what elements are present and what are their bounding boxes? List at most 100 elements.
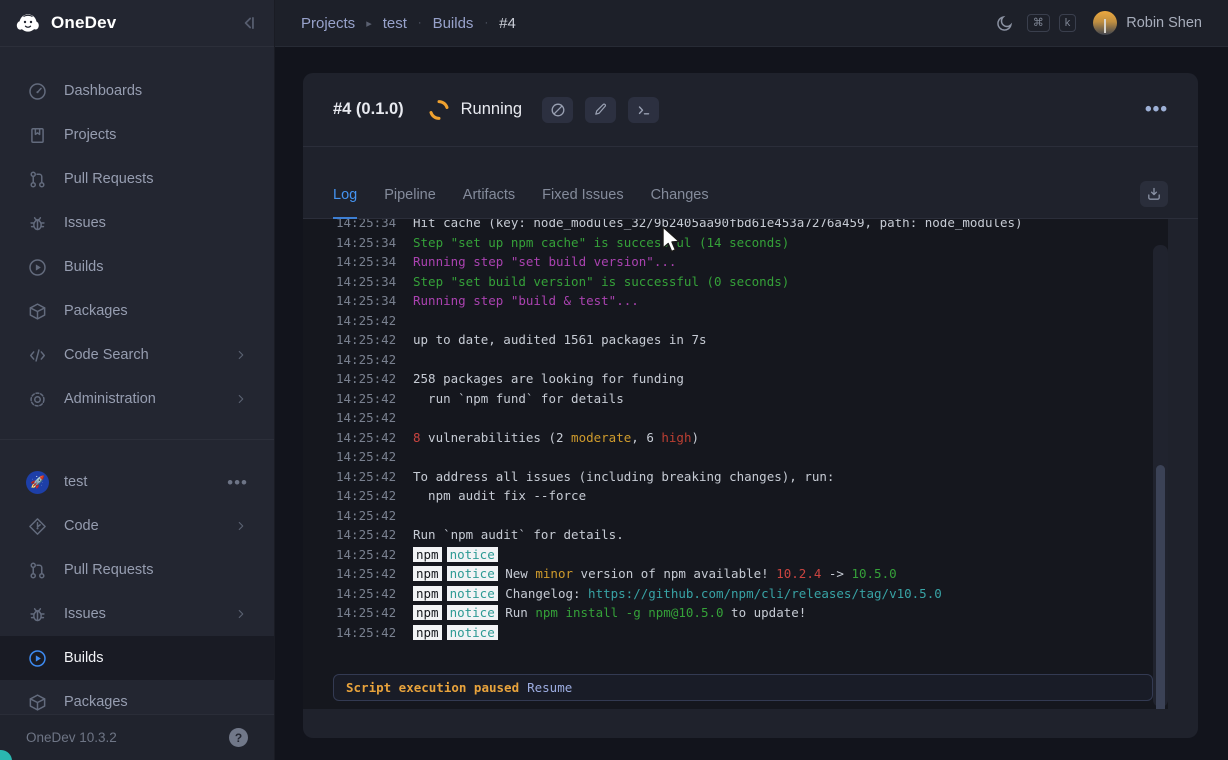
- user-avatar[interactable]: [1093, 11, 1117, 35]
- log-scrollbar-thumb[interactable]: [1156, 465, 1165, 709]
- packages-icon: [28, 302, 47, 321]
- breadcrumb-separator: ▸: [366, 17, 372, 30]
- log-segment: up to date, audited 1561 packages in 7s: [413, 332, 707, 347]
- paused-message: Script execution paused: [346, 680, 519, 695]
- log-segment: Step "set build version" is successful (…: [413, 274, 789, 289]
- tab-fixed-issues[interactable]: Fixed Issues: [542, 187, 623, 218]
- edit-build-button[interactable]: [585, 97, 616, 123]
- sidebar-item-label: Packages: [64, 303, 128, 319]
- log-segment: 8: [413, 430, 421, 445]
- user-name[interactable]: Robin Shen: [1126, 15, 1202, 31]
- sidebar-item-builds[interactable]: Builds: [0, 245, 274, 289]
- sidebar-item-administration[interactable]: Administration: [0, 377, 274, 421]
- sidebar-item-projects[interactable]: Projects: [0, 113, 274, 157]
- sidebar-item-label: Builds: [64, 650, 104, 666]
- sidebar-project-nav: CodePull RequestsIssuesBuildsPackages: [0, 504, 274, 724]
- breadcrumb-item[interactable]: Builds: [433, 15, 474, 32]
- projects-icon: [28, 126, 47, 145]
- log-line: 14:25:42: [336, 350, 1168, 370]
- project-item-code[interactable]: Code: [0, 504, 274, 548]
- main-content: #4 (0.1.0) Running ••• Log Pipeline Artifa…: [275, 47, 1228, 760]
- log-timestamp: 14:25:42: [336, 350, 397, 370]
- project-more-button[interactable]: •••: [227, 474, 248, 491]
- sidebar-header: OneDev: [0, 0, 274, 47]
- log-scrollbar-track[interactable]: [1153, 245, 1168, 707]
- log-segment: npm: [413, 586, 442, 601]
- builds-icon: [28, 649, 47, 668]
- shortcut-k-key: k: [1059, 14, 1077, 32]
- tab-changes[interactable]: Changes: [651, 187, 709, 218]
- tab-pipeline[interactable]: Pipeline: [384, 187, 436, 218]
- log-line: 14:25:42 npm audit fix --force: [336, 486, 1168, 506]
- chevron-right-icon: [234, 392, 248, 406]
- log-message: Hit cache (key: node_modules_32/9b2405aa…: [413, 219, 1023, 233]
- log-line: 14:25:34Running step "build & test"...: [336, 291, 1168, 311]
- sidebar-item-label: Builds: [64, 259, 104, 275]
- log-segment: npm install -g npm@10.5.0: [535, 605, 723, 620]
- sidebar-item-issues[interactable]: Issues: [0, 201, 274, 245]
- sidebar-item-dashboards[interactable]: Dashboards: [0, 69, 274, 113]
- log-message: npmnotice New minor version of npm avail…: [413, 564, 897, 584]
- log-segment: notice: [447, 625, 498, 640]
- log-line: 14:25:42: [336, 408, 1168, 428]
- sidebar-collapse-button[interactable]: [240, 14, 258, 32]
- log-line: 14:25:42 run `npm fund` for details: [336, 389, 1168, 409]
- tab-artifacts[interactable]: Artifacts: [463, 187, 515, 218]
- pull-requests-icon: [28, 170, 47, 189]
- terminal-button[interactable]: [628, 97, 659, 123]
- project-item-issues[interactable]: Issues: [0, 592, 274, 636]
- sidebar-item-packages[interactable]: Packages: [0, 289, 274, 333]
- log-segment: 10.2.4: [776, 566, 821, 581]
- sidebar-item-pull-requests[interactable]: Pull Requests: [0, 157, 274, 201]
- log-message: 258 packages are looking for funding: [413, 369, 684, 389]
- log-line: 14:25:34 Hit cache (key: node_modules_32/…: [336, 219, 1168, 233]
- sidebar-project-row[interactable]: 🚀 test •••: [0, 460, 274, 504]
- sidebar-item-code-search[interactable]: Code Search: [0, 333, 274, 377]
- log-timestamp: 14:25:42: [336, 545, 397, 565]
- project-name: test: [64, 474, 87, 490]
- log-line: 14:25:42npmnotice Run npm install -g npm…: [336, 603, 1168, 623]
- help-icon[interactable]: ?: [229, 728, 248, 747]
- log-line: 14:25:34Running step "set build version"…: [336, 252, 1168, 272]
- log-segment: vulnerabilities (2: [421, 430, 572, 445]
- log-line: 14:25:42npmnotice Changelog: https://git…: [336, 584, 1168, 604]
- log-line: 14:25:42: [336, 506, 1168, 526]
- cancel-build-button[interactable]: [542, 97, 573, 123]
- build-tabs: Log Pipeline Artifacts Fixed Issues Changes: [303, 147, 1198, 219]
- breadcrumb-separator: ·: [418, 17, 422, 29]
- sidebar-item-label: Code Search: [64, 347, 149, 363]
- builds-icon: [28, 258, 47, 277]
- breadcrumb-item[interactable]: Projects: [301, 15, 355, 32]
- log-segment: New: [498, 566, 536, 581]
- log-message: Run `npm audit` for details.: [413, 525, 624, 545]
- tab-log[interactable]: Log: [333, 187, 357, 218]
- breadcrumb-item[interactable]: test: [383, 15, 407, 32]
- breadcrumb-separator: ·: [484, 17, 488, 29]
- build-log[interactable]: 14:25:34 Hit cache (key: node_modules_32/…: [303, 219, 1168, 709]
- log-segment: npm: [413, 566, 442, 581]
- build-status: Running: [461, 100, 522, 119]
- log-timestamp: 14:25:34: [336, 291, 397, 311]
- sidebar-item-label: Pull Requests: [64, 171, 153, 187]
- log-link[interactable]: https://github.com/npm/cli/releases/tag/…: [588, 586, 942, 601]
- log-message: Step "set build version" is successful (…: [413, 272, 789, 292]
- project-item-pull-requests[interactable]: Pull Requests: [0, 548, 274, 592]
- log-segment: , 6: [631, 430, 661, 445]
- project-item-builds[interactable]: Builds: [0, 636, 274, 680]
- log-timestamp: 14:25:34: [336, 233, 397, 253]
- resume-link[interactable]: Resume: [527, 680, 572, 695]
- onedev-logo-icon: [14, 10, 41, 37]
- log-message: npmnotice Changelog: https://github.com/…: [413, 584, 942, 604]
- download-log-icon[interactable]: [1140, 181, 1168, 207]
- sidebar-item-label: Code: [64, 518, 99, 534]
- log-lines: 14:25:34 Hit cache (key: node_modules_32/…: [303, 219, 1168, 642]
- log-timestamp: 14:25:42: [336, 311, 397, 331]
- log-message: To address all issues (including breakin…: [413, 467, 834, 487]
- build-header: #4 (0.1.0) Running •••: [303, 73, 1198, 147]
- log-segment: moderate: [571, 430, 631, 445]
- log-timestamp: 14:25:34: [336, 219, 397, 233]
- log-message: Running step "set build version"...: [413, 252, 676, 272]
- dark-mode-moon-icon[interactable]: [996, 14, 1014, 32]
- code-icon: [28, 517, 47, 536]
- sidebar-item-label: Dashboards: [64, 83, 142, 99]
